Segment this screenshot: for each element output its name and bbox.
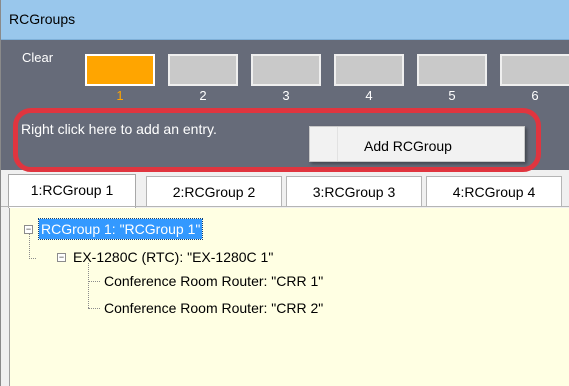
slot-2-label: 2: [199, 88, 207, 103]
window-title: RCGroups: [9, 11, 76, 27]
slot-6-label: 6: [531, 88, 539, 103]
slot-4-button[interactable]: [334, 54, 404, 86]
rcgroups-window: RCGroups Clear 1 2 3 4 5 6 Right click h…: [0, 0, 569, 386]
slot-3-label: 3: [282, 88, 290, 103]
tree-connector: [88, 263, 89, 308]
tree-connector: [29, 233, 30, 259]
tab-rcgroup-3[interactable]: 3:RCGroup 3: [286, 176, 422, 207]
tab-divider: [1, 206, 569, 207]
slot-5-label: 5: [448, 88, 456, 103]
slot-1-button[interactable]: [85, 54, 155, 86]
slot-2-button[interactable]: [168, 54, 238, 86]
slot-6-button[interactable]: [500, 54, 569, 86]
slot-5-button[interactable]: [417, 54, 487, 86]
slot-4-label: 4: [365, 88, 373, 103]
tab-rcgroup-4[interactable]: 4:RCGroup 4: [426, 176, 562, 207]
rcgroup-tabs: 1:RCGroup 1 2:RCGroup 2 3:RCGroup 3 4:RC…: [1, 172, 569, 208]
tree-connector: [88, 281, 100, 282]
tree-leaf-node[interactable]: Conference Room Router: "CRR 2": [104, 298, 323, 318]
slot-3-button[interactable]: [251, 54, 321, 86]
tree-child-node[interactable]: EX-1280C (RTC): "EX-1280C 1": [73, 247, 273, 267]
collapse-child-icon[interactable]: −: [57, 253, 66, 262]
slot-panel[interactable]: Clear 1 2 3 4 5 6 Right click here to ad…: [1, 40, 569, 172]
tab-rcgroup-1[interactable]: 1:RCGroup 1: [8, 174, 136, 208]
tree-leaf-node[interactable]: Conference Room Router: "CRR 1": [104, 271, 323, 291]
rcgroup-tree[interactable]: − RCGroup 1: "RCGroup 1" − EX-1280C (RTC…: [9, 208, 569, 386]
title-bar: RCGroups: [1, 0, 569, 40]
tree-connector: [29, 258, 36, 259]
tree-root-node[interactable]: RCGroup 1: "RCGroup 1": [37, 218, 204, 240]
tab-rcgroup-2[interactable]: 2:RCGroup 2: [146, 176, 282, 207]
clear-button[interactable]: Clear: [22, 50, 53, 65]
collapse-root-icon[interactable]: −: [24, 225, 33, 234]
tree-connector: [88, 308, 100, 309]
highlight-annotation: [13, 108, 541, 172]
slot-1-label: 1: [116, 88, 124, 103]
